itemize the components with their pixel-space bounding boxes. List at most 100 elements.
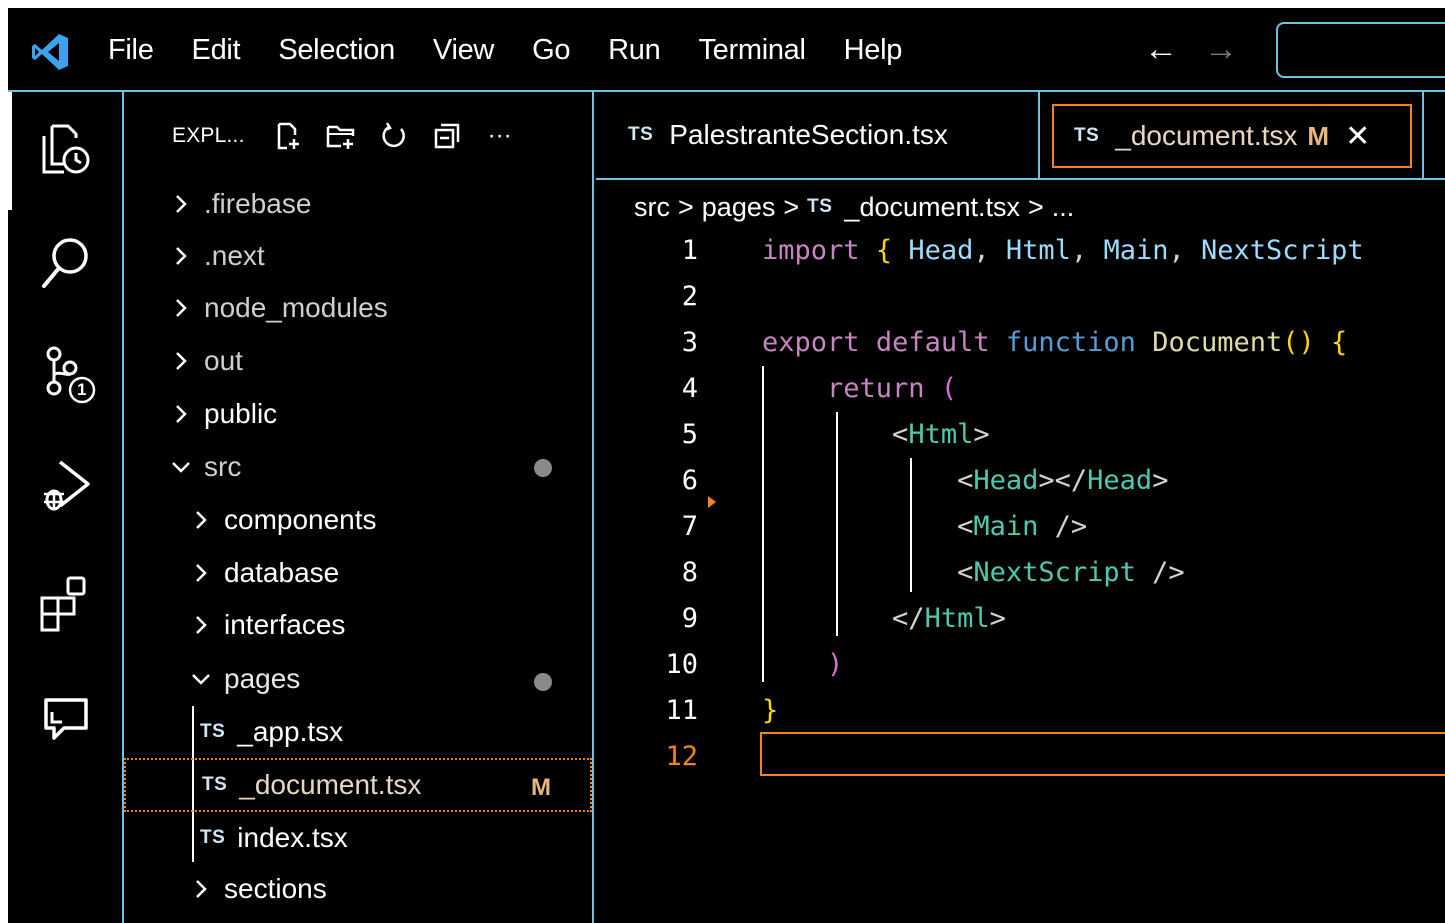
menu-selection[interactable]: Selection xyxy=(278,34,395,67)
search-icon[interactable] xyxy=(34,232,98,296)
tree-folder-database[interactable]: database xyxy=(124,547,592,599)
new-folder-icon[interactable] xyxy=(324,119,358,153)
menu-file[interactable]: File xyxy=(108,34,154,67)
tree-folder-public[interactable]: public xyxy=(124,388,592,440)
tree-item-label: index.tsx xyxy=(237,822,348,853)
code-line: 11 } xyxy=(596,688,1445,734)
breadcrumb-separator: > xyxy=(678,191,694,222)
tree-folder-sections[interactable]: sections xyxy=(124,863,592,915)
code-text: import { Head, Html, Main, NextScript xyxy=(762,235,1364,266)
code-line: 3 export default function Document() { xyxy=(596,320,1445,366)
typescript-file-icon: TS xyxy=(1074,125,1100,146)
tree-item-label: sections xyxy=(224,873,327,904)
code-line: 2 xyxy=(596,274,1445,320)
code-line: 10 ) xyxy=(596,642,1445,688)
tree-item-label: _document.tsx xyxy=(239,769,422,800)
chevron-down-icon xyxy=(172,462,190,473)
code-text: <NextScript /> xyxy=(957,557,1185,588)
source-control-icon[interactable] xyxy=(34,342,98,406)
code-text: ) xyxy=(827,649,844,680)
line-number: 2 xyxy=(681,281,698,312)
explorer-sidebar: EXPL... ··· .firebase .next node_modules… xyxy=(124,92,594,923)
menu-bar: File Edit Selection View Go Run Terminal… xyxy=(108,8,940,92)
line-number: 12 xyxy=(665,741,698,772)
code-text: export default function Document() { xyxy=(762,327,1348,358)
chevron-down-icon xyxy=(192,674,210,685)
tree-folder-src[interactable]: src xyxy=(124,441,592,493)
tab-palestrante-section[interactable]: TS PalestranteSection.tsx xyxy=(596,92,1040,178)
chevron-right-icon xyxy=(196,616,207,634)
forward-arrow-icon[interactable]: → xyxy=(1204,32,1238,66)
breadcrumb-symbol[interactable]: ... xyxy=(1052,192,1075,223)
menu-run[interactable]: Run xyxy=(608,34,661,67)
breadcrumb-src[interactable]: src xyxy=(634,192,670,223)
tree-item-label: out xyxy=(204,345,243,376)
code-text: <Head></Head> xyxy=(957,465,1169,496)
run-debug-icon[interactable] xyxy=(34,454,98,518)
remote-chat-icon[interactable] xyxy=(34,688,98,752)
code-line: 4 return ( xyxy=(596,366,1445,412)
tree-item-label: src xyxy=(204,451,242,482)
breadcrumb-file[interactable]: _document.tsx xyxy=(844,192,1020,223)
tree-file-app[interactable]: TS _app.tsx xyxy=(124,706,592,758)
line-number: 6 xyxy=(681,465,698,496)
source-control-badge: 1 xyxy=(77,380,87,399)
code-line: 1 import { Head, Html, Main, NextScript xyxy=(596,228,1445,274)
chevron-right-icon xyxy=(196,511,207,529)
chevron-right-icon xyxy=(196,880,207,898)
tree-folder-interfaces[interactable]: interfaces xyxy=(124,599,592,651)
tab-document[interactable]: TS _document.tsx M ✕ xyxy=(1052,104,1412,168)
breadcrumb-pages[interactable]: pages xyxy=(702,192,776,223)
tab-label: _document.tsx xyxy=(1115,120,1298,151)
tree-folder-next[interactable]: .next xyxy=(124,230,592,282)
tree-folder-pages[interactable]: pages xyxy=(124,653,592,705)
tree-file-document[interactable]: TS _document.tsx M xyxy=(124,758,592,812)
line-number: 4 xyxy=(681,373,698,404)
menu-edit[interactable]: Edit xyxy=(192,34,241,67)
typescript-file-icon: TS xyxy=(628,124,654,145)
tree-item-label: interfaces xyxy=(224,609,346,640)
tree-item-label: _app.tsx xyxy=(237,716,344,747)
code-text: } xyxy=(762,695,779,726)
command-center-search[interactable] xyxy=(1276,22,1445,78)
new-file-icon[interactable] xyxy=(271,119,305,153)
code-editor[interactable]: 1 import { Head, Html, Main, NextScript … xyxy=(596,228,1445,923)
tree-file-index[interactable]: TS index.tsx xyxy=(124,812,592,864)
activity-bar: 1 xyxy=(8,92,124,923)
explorer-title: EXPL... xyxy=(172,124,245,147)
modified-dot xyxy=(534,459,552,477)
menu-go[interactable]: Go xyxy=(532,34,570,67)
chevron-right-icon xyxy=(176,195,187,213)
line-number: 9 xyxy=(681,603,698,634)
line-number: 1 xyxy=(681,235,698,266)
modified-badge: M xyxy=(531,774,551,801)
tree-folder-node-modules[interactable]: node_modules xyxy=(124,282,592,334)
tree-item-label: pages xyxy=(224,663,301,694)
menu-help[interactable]: Help xyxy=(844,34,903,67)
chevron-right-icon xyxy=(176,405,187,423)
explorer-icon[interactable] xyxy=(34,116,98,180)
more-icon[interactable]: ··· xyxy=(483,119,517,153)
modified-dot xyxy=(534,673,552,691)
tree-folder-components[interactable]: components xyxy=(124,494,592,546)
typescript-file-icon: TS xyxy=(200,721,226,742)
tree-folder-firebase[interactable]: .firebase xyxy=(124,178,592,230)
code-text: </Html> xyxy=(892,603,1006,634)
extensions-icon[interactable] xyxy=(34,570,98,634)
editor-tabs: TS PalestranteSection.tsx TS _document.t… xyxy=(596,92,1445,180)
refresh-icon[interactable] xyxy=(377,119,411,153)
back-arrow-icon[interactable]: ← xyxy=(1144,32,1178,66)
chevron-right-icon xyxy=(196,564,207,582)
close-icon[interactable]: ✕ xyxy=(1345,119,1370,154)
collapse-all-icon[interactable] xyxy=(430,119,464,153)
typescript-file-icon: TS xyxy=(200,827,226,848)
tree-folder-out[interactable]: out xyxy=(124,335,592,387)
menu-view[interactable]: View xyxy=(433,34,494,67)
active-indicator xyxy=(8,92,12,210)
menu-terminal[interactable]: Terminal xyxy=(698,34,805,67)
line-number: 7 xyxy=(681,511,698,542)
code-line: 9 </Html> xyxy=(596,596,1445,642)
tree-item-label: node_modules xyxy=(204,292,388,323)
line-number: 10 xyxy=(665,649,698,680)
code-line: 5 <Html> xyxy=(596,412,1445,458)
